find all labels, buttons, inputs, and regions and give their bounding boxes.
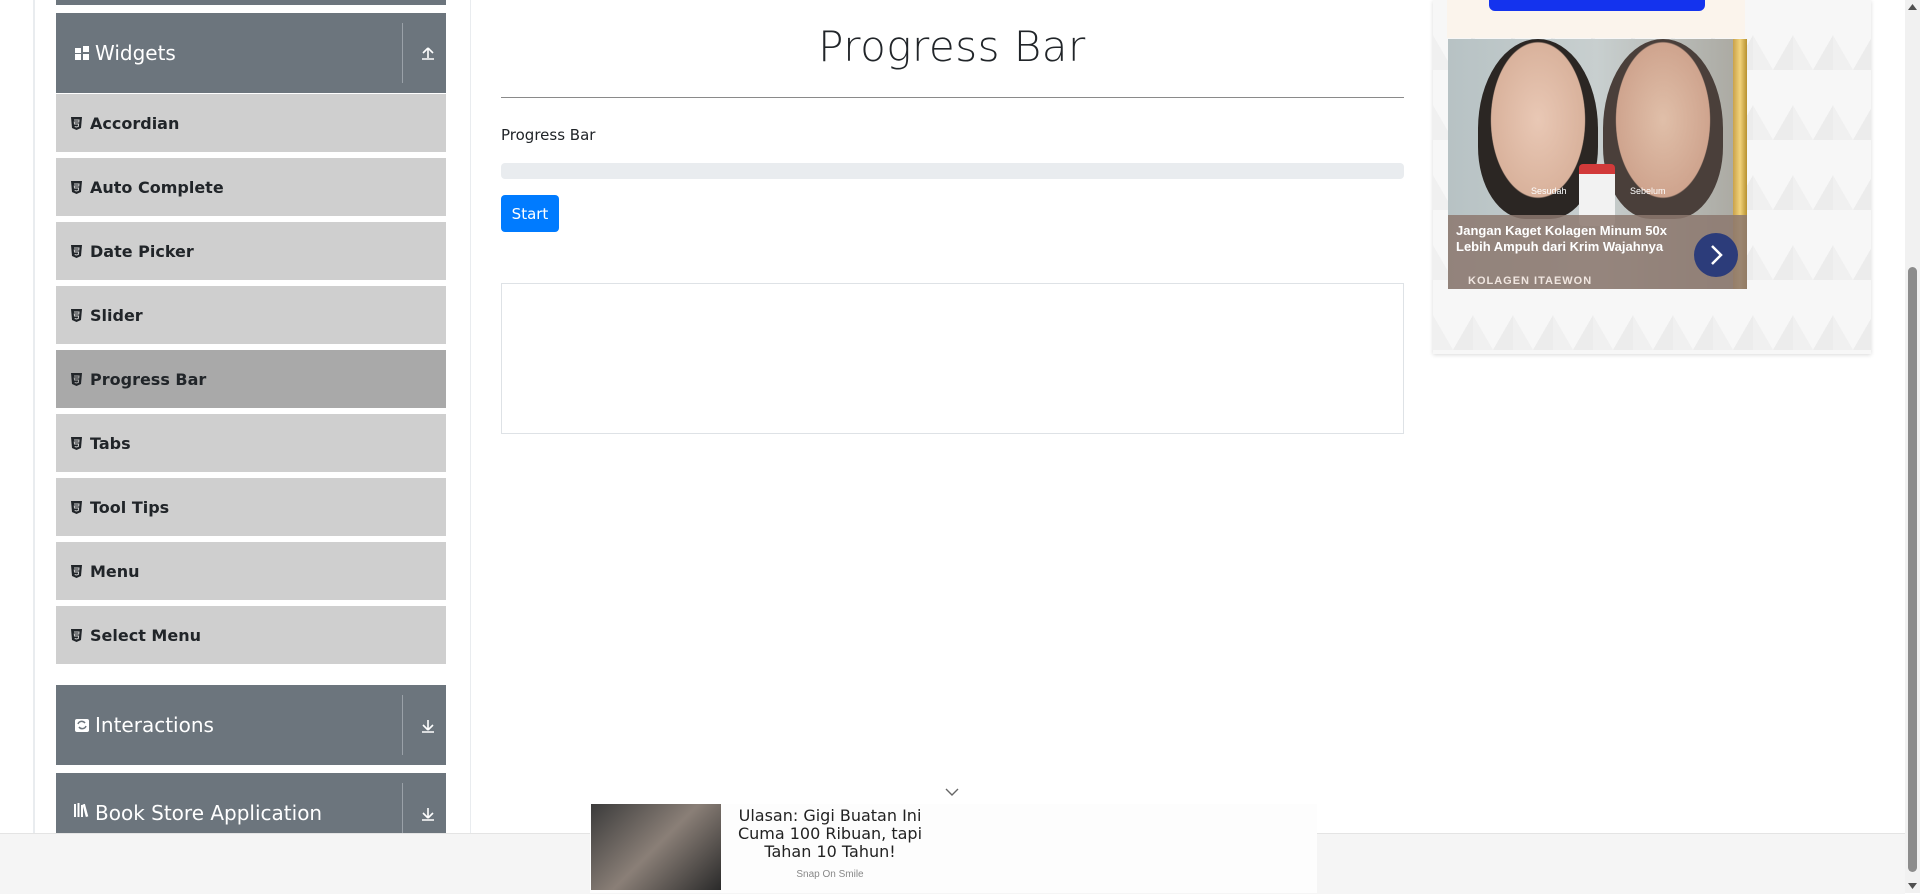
bottom-advertisement[interactable]: Ulasan: Gigi Buatan Ini Cuma 100 Ribuan,… bbox=[590, 804, 1317, 893]
book-icon bbox=[73, 801, 91, 819]
collapse-up-icon[interactable] bbox=[418, 43, 438, 63]
bottom-ad-image[interactable] bbox=[591, 804, 721, 890]
sidebar-item-menu[interactable]: Menu bbox=[56, 542, 446, 603]
html-icon bbox=[71, 308, 83, 322]
previous-group-stub bbox=[56, 0, 446, 5]
result-container bbox=[501, 283, 1404, 434]
bottom-ad-brand: Snap On Smile bbox=[796, 869, 864, 880]
chevron-right-icon[interactable] bbox=[1694, 233, 1738, 277]
header-separator bbox=[402, 23, 403, 83]
html-icon bbox=[71, 628, 83, 642]
header-separator bbox=[402, 695, 403, 755]
html-icon bbox=[71, 372, 83, 386]
ad-headline: Jangan Kaget Kolagen Minum 50x Lebih Amp… bbox=[1456, 223, 1667, 254]
ad-caption-left: Sesudah bbox=[1531, 186, 1567, 196]
sidebar-item-auto-complete[interactable]: Auto Complete bbox=[56, 158, 446, 219]
page-title: Progress Bar bbox=[818, 22, 1086, 71]
group-header-widgets[interactable]: Widgets bbox=[56, 13, 446, 93]
sidebar-item-tool-tips[interactable]: Tool Tips bbox=[56, 478, 446, 539]
sidebar-item-label: Slider bbox=[90, 305, 143, 325]
progress-bar bbox=[501, 163, 1404, 179]
sidebar-item-label: Select Menu bbox=[90, 625, 201, 645]
sidebar-item-label: Tool Tips bbox=[90, 497, 170, 517]
sidebar-item-accordian[interactable]: Accordian bbox=[56, 94, 446, 155]
html-icon bbox=[71, 244, 83, 258]
sidebar-item-label: Auto Complete bbox=[90, 177, 224, 197]
header-separator bbox=[402, 783, 403, 833]
title-divider bbox=[501, 97, 1404, 98]
group-title: Interactions bbox=[95, 713, 214, 737]
html-icon bbox=[71, 564, 83, 578]
group-header-interactions[interactable]: Interactions bbox=[56, 685, 446, 765]
column-divider bbox=[470, 0, 471, 833]
left-border bbox=[33, 0, 35, 833]
sidebar-item-label: Accordian bbox=[90, 113, 180, 133]
html-icon bbox=[71, 436, 83, 450]
ad-brand: KOLAGEN ITAEWON bbox=[1468, 275, 1593, 287]
sidebar-item-label: Progress Bar bbox=[90, 369, 207, 389]
sidebar-item-progress-bar[interactable]: Progress Bar bbox=[56, 350, 446, 411]
scroll-up-icon[interactable] bbox=[1905, 0, 1920, 14]
sidebar-item-label: Date Picker bbox=[90, 241, 194, 261]
interactions-icon bbox=[73, 716, 91, 734]
sidebar-item-select-menu[interactable]: Select Menu bbox=[56, 606, 446, 667]
group-title: Book Store Application bbox=[95, 801, 323, 825]
ad-image[interactable]: Sesudah Sebelum Jangan Kaget Kolagen Min… bbox=[1448, 39, 1747, 289]
scroll-down-icon[interactable] bbox=[1905, 879, 1920, 893]
html-icon bbox=[71, 180, 83, 194]
sidebar-item-tabs[interactable]: Tabs bbox=[56, 414, 446, 475]
progress-bar-label: Progress Bar bbox=[501, 126, 596, 144]
widgets-icon bbox=[73, 44, 91, 62]
expand-down-icon[interactable] bbox=[418, 715, 438, 735]
ad-caption-right: Sebelum bbox=[1630, 186, 1666, 196]
chevron-down-icon[interactable] bbox=[943, 785, 961, 799]
bottom-ad-headline[interactable]: Ulasan: Gigi Buatan Ini Cuma 100 Ribuan,… bbox=[730, 807, 930, 861]
start-button[interactable]: Start bbox=[501, 195, 559, 232]
group-title: Widgets bbox=[95, 41, 176, 65]
scrollbar-thumb[interactable] bbox=[1908, 267, 1917, 872]
html-icon bbox=[71, 500, 83, 514]
page-scrollbar[interactable] bbox=[1905, 0, 1920, 893]
sidebar-item-label: Tabs bbox=[90, 433, 131, 453]
sidebar-item-label: Menu bbox=[90, 561, 140, 581]
group-header-book-store[interactable]: Book Store Application bbox=[56, 773, 446, 833]
html-icon bbox=[71, 116, 83, 130]
sidebar-item-date-picker[interactable]: Date Picker bbox=[56, 222, 446, 283]
sidebar-advertisement[interactable]: Sesudah Sebelum Jangan Kaget Kolagen Min… bbox=[1433, 0, 1871, 354]
ad-top-button[interactable] bbox=[1489, 0, 1705, 11]
expand-down-icon[interactable] bbox=[418, 803, 438, 823]
sidebar-item-slider[interactable]: Slider bbox=[56, 286, 446, 347]
ad-caption-panel: Jangan Kaget Kolagen Minum 50x Lebih Amp… bbox=[1448, 215, 1747, 289]
